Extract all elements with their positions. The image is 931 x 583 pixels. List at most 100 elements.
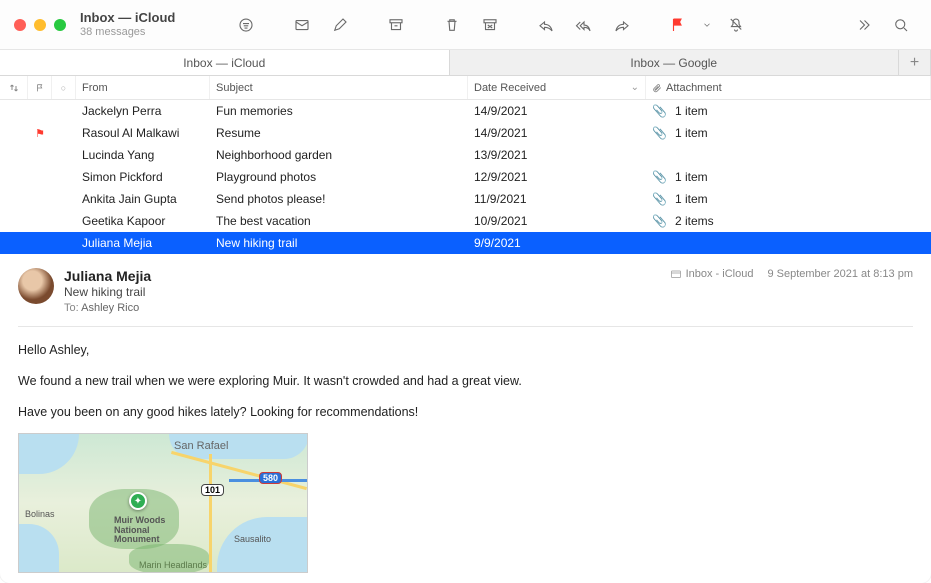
column-headers: ○ From Subject Date Received⌄ Attachment	[0, 76, 931, 100]
map-label-sanrafael: San Rafael	[174, 440, 228, 452]
preview-pane: Juliana Mejia New hiking trail To: Ashle…	[0, 254, 931, 573]
paperclip-icon: 📎	[652, 170, 667, 184]
row-date: 10/9/2021	[468, 210, 646, 232]
body-line: We found a new trail when we were explor…	[18, 372, 913, 391]
tab-inbox-icloud[interactable]: Inbox — iCloud	[0, 50, 450, 75]
folder-icon	[670, 268, 682, 280]
row-from: Simon Pickford	[76, 166, 210, 188]
subject-column[interactable]: Subject	[210, 76, 468, 99]
paperclip-icon: 📎	[652, 104, 667, 118]
from-column[interactable]: From	[76, 76, 210, 99]
message-row[interactable]: Ankita Jain GuptaSend photos please!11/9…	[0, 188, 931, 210]
row-attachment	[646, 144, 931, 166]
tabbar: Inbox — iCloud Inbox — Google +	[0, 50, 931, 76]
body-line: Hello Ashley,	[18, 341, 913, 360]
row-subject: Resume	[210, 122, 468, 144]
message-row[interactable]: Lucinda YangNeighborhood garden13/9/2021	[0, 144, 931, 166]
row-subject: The best vacation	[210, 210, 468, 232]
row-date: 14/9/2021	[468, 122, 646, 144]
row-date: 14/9/2021	[468, 100, 646, 122]
message-row[interactable]: Simon PickfordPlayground photos12/9/2021…	[0, 166, 931, 188]
row-from: Juliana Mejia	[76, 232, 210, 254]
row-attachment: 📎2 items	[646, 210, 931, 232]
avatar	[18, 268, 54, 304]
divider	[18, 326, 913, 327]
tab-label: Inbox — Google	[630, 56, 717, 70]
row-date: 11/9/2021	[468, 188, 646, 210]
flag-column[interactable]	[28, 76, 52, 99]
map-label-bolinas: Bolinas	[25, 509, 55, 519]
row-subject: Playground photos	[210, 166, 468, 188]
paperclip-icon: 📎	[652, 192, 667, 206]
tab-label: Inbox — iCloud	[183, 56, 265, 70]
map-attachment[interactable]: 101 580 San Rafael Bolinas Muir Woods Na…	[18, 433, 308, 573]
reply-button[interactable]	[530, 12, 562, 38]
junk-button[interactable]	[474, 12, 506, 38]
window-controls	[14, 19, 66, 31]
row-attachment	[646, 232, 931, 254]
row-subject: Send photos please!	[210, 188, 468, 210]
overflow-button[interactable]	[847, 12, 879, 38]
paperclip-icon: 📎	[652, 126, 667, 140]
archive-button[interactable]	[380, 12, 412, 38]
row-subject: New hiking trail	[210, 232, 468, 254]
message-row[interactable]: Juliana MejiaNew hiking trail9/9/2021	[0, 232, 931, 254]
delete-button[interactable]	[436, 12, 468, 38]
row-subject: Neighborhood garden	[210, 144, 468, 166]
toolbar	[230, 12, 847, 38]
paperclip-icon	[652, 83, 662, 93]
compose-button[interactable]	[324, 12, 356, 38]
preview-body: Hello Ashley, We found a new trail when …	[18, 341, 913, 421]
row-from: Lucinda Yang	[76, 144, 210, 166]
map-label-sausalito: Sausalito	[234, 534, 271, 544]
hwy-shield-580: 580	[259, 472, 282, 484]
new-message-button[interactable]	[286, 12, 318, 38]
hwy-shield-101: 101	[201, 484, 224, 496]
attachment-column[interactable]: Attachment	[646, 76, 931, 99]
row-from: Ankita Jain Gupta	[76, 188, 210, 210]
preview-datetime: 9 September 2021 at 8:13 pm	[767, 268, 913, 280]
row-from: Rasoul Al Malkawi	[76, 122, 210, 144]
filter-button[interactable]	[230, 12, 262, 38]
paperclip-icon: 📎	[652, 214, 667, 228]
read-column[interactable]: ○	[52, 76, 76, 99]
flag-icon: ⚑	[35, 127, 45, 140]
message-list: Jackelyn PerraFun memories14/9/2021📎1 it…	[0, 100, 931, 254]
zoom-window-button[interactable]	[54, 19, 66, 31]
row-from: Geetika Kapoor	[76, 210, 210, 232]
window-title: Inbox — iCloud	[80, 11, 210, 26]
row-attachment: 📎1 item	[646, 122, 931, 144]
row-date: 13/9/2021	[468, 144, 646, 166]
flag-menu-chevron-icon[interactable]	[700, 12, 714, 38]
row-subject: Fun memories	[210, 100, 468, 122]
row-date: 12/9/2021	[468, 166, 646, 188]
new-tab-button[interactable]: +	[899, 50, 931, 75]
message-row[interactable]: Jackelyn PerraFun memories14/9/2021📎1 it…	[0, 100, 931, 122]
search-button[interactable]	[885, 12, 917, 38]
toolbar-right	[847, 12, 917, 38]
message-row[interactable]: ⚑ Rasoul Al MalkawiResume14/9/2021📎1 item	[0, 122, 931, 144]
flag-button[interactable]	[662, 12, 694, 38]
reply-all-button[interactable]	[568, 12, 600, 38]
preview-recipient: Ashley Rico	[81, 302, 139, 314]
row-date: 9/9/2021	[468, 232, 646, 254]
chevron-down-icon: ⌄	[631, 82, 639, 93]
minimize-window-button[interactable]	[34, 19, 46, 31]
close-window-button[interactable]	[14, 19, 26, 31]
message-row[interactable]: Geetika KapoorThe best vacation10/9/2021…	[0, 210, 931, 232]
titlebar: Inbox — iCloud 38 messages	[0, 0, 931, 50]
row-from: Jackelyn Perra	[76, 100, 210, 122]
date-column[interactable]: Date Received⌄	[468, 76, 646, 99]
title-block: Inbox — iCloud 38 messages	[80, 11, 210, 39]
preview-sender: Juliana Mejia	[64, 268, 670, 284]
map-label-muir: Muir Woods National Monument	[114, 516, 184, 544]
preview-subject: New hiking trail	[64, 285, 670, 299]
sort-column[interactable]	[0, 76, 28, 99]
row-attachment: 📎1 item	[646, 100, 931, 122]
forward-button[interactable]	[606, 12, 638, 38]
mute-button[interactable]	[720, 12, 752, 38]
body-line: Have you been on any good hikes lately? …	[18, 403, 913, 422]
preview-mailbox[interactable]: Inbox - iCloud	[670, 268, 754, 280]
tab-inbox-google[interactable]: Inbox — Google	[450, 50, 900, 75]
row-attachment: 📎1 item	[646, 166, 931, 188]
